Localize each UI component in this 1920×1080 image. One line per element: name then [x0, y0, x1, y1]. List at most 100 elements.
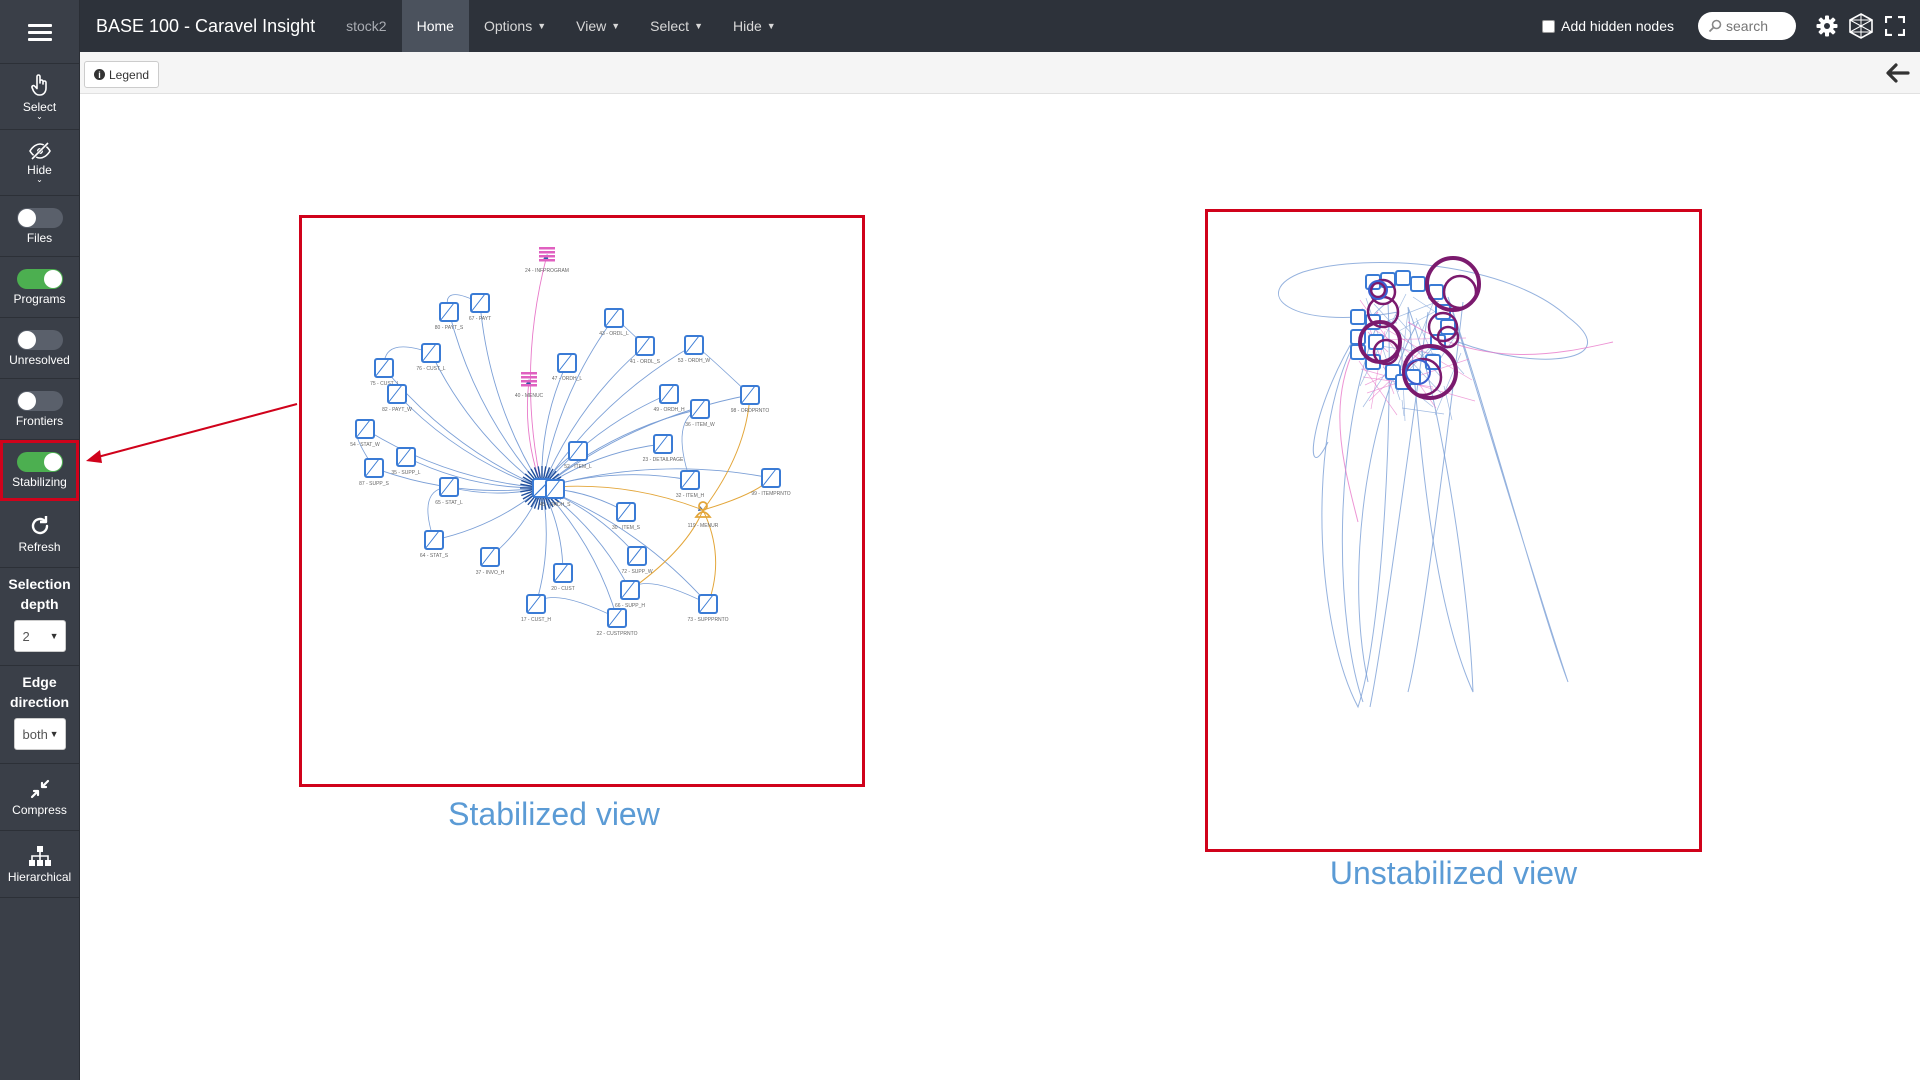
legend-button[interactable]: i Legend: [84, 61, 160, 88]
edge-direction-control: Edge direction both ▼: [0, 666, 79, 764]
caret-down-icon: ▼: [694, 21, 703, 31]
graph-node[interactable]: [1410, 276, 1426, 292]
graph-node[interactable]: 80 - PAYT_S: [435, 302, 464, 331]
frontiers-toggle[interactable]: Frontiers: [0, 379, 79, 440]
files-label: Files: [26, 230, 53, 245]
network-view-button[interactable]: [1844, 0, 1878, 52]
graph-canvas[interactable]: 24 - INFPROGRAM 80 - PAYT_S 67 - PAYT 76 - …: [80, 94, 1920, 1080]
graph-node[interactable]: 20 - CUST: [551, 563, 575, 592]
graph-node[interactable]: 23 - DETAILPAGE: [643, 434, 684, 463]
graph-node-label: 53 - ORDH_W: [678, 358, 711, 364]
unstabilized-graph[interactable]: [1208, 212, 1699, 849]
caret-down-icon: ▼: [49, 729, 59, 739]
settings-button[interactable]: [1810, 0, 1844, 52]
graph-node[interactable]: 75 - CUST_I: [370, 358, 398, 387]
graph-node[interactable]: 72 - SUPP_W: [621, 546, 653, 575]
graph-node-label: 40 - MENUC: [515, 393, 544, 399]
graph-node-label: 49 - ORDH_H: [653, 407, 685, 413]
add-hidden-nodes-checkbox[interactable]: Add hidden nodes: [1542, 18, 1674, 34]
nav-options[interactable]: Options ▼: [469, 0, 561, 52]
graph-node-label: 36 - ITEM_W: [685, 422, 715, 428]
graph-node[interactable]: 73 - SUPPPRNTO: [687, 594, 729, 623]
graph-node[interactable]: [1350, 309, 1366, 325]
sub-toolbar: i Legend: [80, 52, 1920, 94]
search-input[interactable]: [1726, 18, 1786, 34]
stabilizing-toggle[interactable]: Stabilizing: [0, 440, 79, 501]
files-toggle[interactable]: Files: [0, 196, 79, 257]
graph-node[interactable]: 67 - PAYT: [469, 293, 491, 322]
programs-switch[interactable]: [16, 268, 63, 289]
hide-tool-button[interactable]: Hide ⌄: [0, 130, 79, 196]
hierarchical-button[interactable]: Hierarchical: [0, 831, 79, 898]
sitemap-icon: [28, 845, 51, 866]
search-box[interactable]: [1698, 12, 1796, 40]
graph-node[interactable]: 24 - INFPROGRAM: [525, 247, 569, 274]
graph-node-label: 43 - ORDL_L: [599, 331, 629, 337]
graph-node-label: 54 - STAT_W: [350, 442, 380, 448]
nav-view[interactable]: View ▼: [561, 0, 635, 52]
graph-node[interactable]: 98 - ORDPRNTO: [731, 385, 770, 414]
graph-node-label: 37 - INVO_H: [476, 570, 505, 576]
chevron-down-icon: ⌄: [36, 112, 43, 121]
graph-node[interactable]: 47 - ORDH_L: [552, 353, 583, 382]
fullscreen-button[interactable]: [1878, 0, 1912, 52]
selection-depth-select[interactable]: 2 ▼: [13, 620, 66, 652]
project-name[interactable]: stock2: [331, 0, 401, 52]
stabilizing-label: Stabilizing: [12, 474, 67, 489]
nav-hide[interactable]: Hide ▼: [718, 0, 791, 52]
nav-home[interactable]: Home: [401, 0, 469, 52]
graph-node-label: 98 - ORDPRNTO: [731, 408, 770, 414]
graph-node[interactable]: 43 - ORDL_L: [599, 308, 629, 337]
graph-node[interactable]: 52 - ITEM_L: [564, 441, 592, 470]
graph-node[interactable]: 17 - CUST_H: [521, 594, 551, 623]
compress-button[interactable]: Compress: [0, 764, 79, 831]
graph-node[interactable]: 40 - MENUC: [515, 372, 544, 399]
files-switch[interactable]: [16, 207, 63, 228]
graph-node-label: 87 - SUPP_S: [359, 481, 389, 487]
graph-node[interactable]: 53 - ORDH_W: [678, 335, 711, 364]
graph-node[interactable]: 87 - SUPP_S: [359, 458, 390, 487]
caret-down-icon: ▼: [611, 21, 621, 31]
graph-node-label: 67 - PAYT: [469, 316, 491, 322]
stabilizing-switch[interactable]: [16, 451, 63, 472]
info-icon: i: [94, 69, 105, 80]
programs-toggle[interactable]: Programs: [0, 257, 79, 318]
graph-node[interactable]: 22 - CUSTPRNTO: [596, 608, 638, 637]
unresolved-label: Unresolved: [9, 352, 70, 367]
select-tool-button[interactable]: Select ⌄: [0, 64, 79, 130]
arrow-left-icon[interactable]: [1884, 60, 1910, 86]
compress-icon: [30, 779, 49, 798]
stabilized-graph[interactable]: 24 - INFPROGRAM 80 - PAYT_S 67 - PAYT 76 - …: [302, 218, 862, 784]
nav-select[interactable]: Select ▼: [635, 0, 718, 52]
unresolved-switch[interactable]: [16, 329, 63, 350]
graph-node[interactable]: 64 - STAT_S: [420, 530, 449, 559]
graph-node[interactable]: [1442, 274, 1478, 310]
graph-node[interactable]: 65 - STAT_L: [435, 477, 463, 506]
refresh-button[interactable]: Refresh: [0, 501, 79, 568]
graph-node[interactable]: 41 - ORDL_S: [630, 336, 661, 365]
graph-edge: [535, 597, 618, 619]
unresolved-toggle[interactable]: Unresolved: [0, 318, 79, 379]
search-icon: [1708, 19, 1722, 33]
hand-pointer-icon: [30, 74, 47, 96]
graph-edge: [1447, 296, 1569, 683]
graph-node[interactable]: 32 - ITEM_H: [676, 470, 705, 499]
graph-edge: [541, 407, 701, 489]
graph-node-label: 52 - ITEM_L: [564, 464, 592, 470]
stabilized-view-caption: Stabilized view: [448, 796, 660, 832]
checkbox-box[interactable]: [1542, 19, 1556, 33]
nav-select-label: Select: [650, 18, 690, 34]
menu-button[interactable]: [0, 0, 79, 64]
edge-direction-select[interactable]: both ▼: [13, 718, 66, 750]
graph-node-label: 41 - ORDL_S: [630, 359, 661, 365]
eye-slash-icon: [28, 142, 51, 160]
graph-node[interactable]: 99 - ITEMPRNTO: [751, 468, 791, 497]
graph-node[interactable]: 76 - CUST_L: [416, 343, 446, 372]
graph-node[interactable]: 30 - ITEM_S: [612, 502, 641, 531]
graph-node[interactable]: 66 - SUPP_H: [615, 580, 645, 609]
frontiers-switch[interactable]: [16, 390, 63, 411]
graph-node[interactable]: 54 - STAT_W: [350, 419, 380, 448]
graph-node[interactable]: [1395, 270, 1411, 286]
graph-node[interactable]: 82 - PAYT_W: [382, 384, 412, 413]
graph-node[interactable]: 37 - INVO_H: [476, 547, 505, 576]
